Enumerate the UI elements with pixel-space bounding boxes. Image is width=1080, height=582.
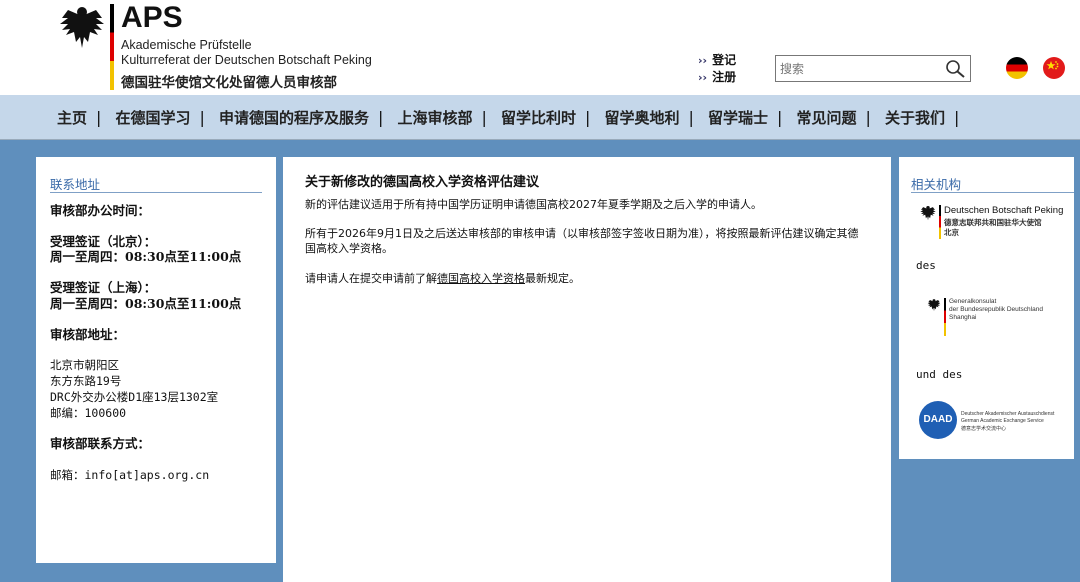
nav-separator: |	[378, 108, 384, 127]
address-line: DRC外交办公楼D1座13层1302室	[50, 390, 219, 404]
consulate-line-1: Generalkonsulat	[949, 298, 997, 305]
logo-line-1: Akademische Prüfstelle	[121, 38, 252, 52]
address-line: 北京市朝阳区	[50, 358, 119, 372]
shanghai-heading: 受理签证（上海）：	[50, 280, 157, 295]
auth-links: ›› 登记 ›› 注册	[698, 52, 736, 86]
eagle-icon	[920, 206, 936, 221]
beijing-heading: 受理签证（北京）：	[50, 234, 157, 249]
federal-eagle-logo-icon[interactable]	[58, 4, 106, 50]
search-box	[775, 55, 971, 82]
nav-separator: |	[96, 108, 102, 127]
email-text: 邮箱：info[at]aps.org.cn	[50, 468, 210, 482]
admission-requirements-link[interactable]: 德国高校入学资格	[437, 272, 525, 285]
double-chevron-icon: ››	[698, 71, 708, 84]
main-nav: 主页 | 在德国学习 | 申请德国的程序及服务 | 上海审核部 | 留学比利时 | 留学奥…	[0, 95, 1080, 140]
daad-line-3: 德意志学术交流中心	[961, 426, 1007, 432]
contact-panel-title: 联系地址	[50, 177, 101, 192]
flag-color-bar	[110, 4, 114, 90]
paragraph-text: 请申请人在提交申请前了解	[305, 272, 437, 285]
paragraph-text: 最新规定。	[525, 272, 580, 285]
divider	[50, 192, 262, 193]
eagle-icon	[927, 299, 941, 312]
nav-separator: |	[777, 108, 783, 127]
register-link[interactable]: ›› 注册	[698, 69, 736, 86]
contact-heading: 审核部联系方式：	[50, 436, 151, 451]
nav-item-faq[interactable]: 常见问题	[797, 109, 857, 127]
logo-line-3: 德国驻华使馆文化处留德人员审核部	[121, 75, 337, 91]
address-line: 东方东路19号	[50, 374, 122, 388]
logo-abbr[interactable]: APS	[121, 2, 183, 34]
contact-panel: 联系地址 审核部办公时间： 受理签证（北京）： 周一至周四：08:30点至11:…	[36, 157, 276, 563]
embassy-city: 北京	[944, 228, 959, 237]
shanghai-hours: 周一至周四：08:30点至11:00点	[50, 296, 242, 311]
site-header: APS Akademische Prüfstelle Kulturreferat…	[0, 0, 1080, 95]
search-icon[interactable]	[944, 58, 966, 80]
german-flag-icon[interactable]	[1006, 57, 1028, 79]
nav-item-application-procedure[interactable]: 申请德国的程序及服务	[219, 109, 369, 127]
flag-color-bar	[939, 205, 941, 239]
related-institutions-panel: 相关机构 Deutschen Botschaft Peking 德意志联邦共和国…	[899, 157, 1074, 459]
beijing-hours: 周一至周四：08:30点至11:00点	[50, 249, 242, 264]
article-paragraph-3: 请申请人在提交申请前了解德国高校入学资格最新规定。	[305, 271, 865, 286]
article-paragraph-1: 新的评估建议适用于所有持中国学历证明申请德国高校2027年夏季学期及之后入学的申…	[305, 198, 762, 211]
star-icon	[1046, 61, 1059, 70]
embassy-name: Deutschen Botschaft Peking	[944, 205, 1064, 216]
register-label: 注册	[712, 70, 737, 84]
nav-separator: |	[199, 108, 205, 127]
postal-code: 邮编：100600	[50, 406, 127, 420]
des-text: des	[916, 259, 936, 272]
nav-separator: |	[688, 108, 694, 127]
main-content: 关于新修改的德国高校入学资格评估建议 新的评估建议适用于所有持中国学历证明申请德…	[283, 157, 891, 582]
article-paragraph-2: 所有于2026年9月1日及之后送达审核部的审核申请（以审核部签字签收日期为准），…	[305, 227, 859, 255]
chinese-flag-icon[interactable]	[1043, 57, 1065, 79]
nav-item-home[interactable]: 主页	[57, 109, 87, 127]
nav-item-belgium[interactable]: 留学比利时	[501, 109, 576, 127]
consulate-line-2: der Bundesrepublik Deutschland	[949, 306, 1043, 313]
und-des-text: und des	[916, 368, 963, 381]
nav-separator: |	[585, 108, 591, 127]
daad-circle-icon: DAAD	[919, 401, 957, 439]
nav-item-austria[interactable]: 留学奥地利	[605, 109, 680, 127]
double-chevron-icon: ››	[698, 54, 708, 67]
nav-separator: |	[954, 108, 960, 127]
nav-separator: |	[481, 108, 487, 127]
login-link[interactable]: ›› 登记	[698, 52, 736, 69]
nav-item-switzerland[interactable]: 留学瑞士	[708, 109, 768, 127]
logo-line-2: Kulturreferat der Deutschen Botschaft Pe…	[121, 53, 372, 67]
nav-separator: |	[865, 108, 871, 127]
article-title: 关于新修改的德国高校入学资格评估建议	[305, 175, 540, 190]
nav-item-study-in-germany[interactable]: 在德国学习	[116, 109, 191, 127]
search-input[interactable]	[780, 59, 940, 79]
related-institutions-title: 相关机构	[911, 177, 962, 192]
address-heading: 审核部地址：	[50, 327, 126, 342]
daad-line-1: Deutscher Akademischer Austauschdienst	[961, 411, 1055, 417]
daad-line-2: German Academic Exchange Service	[961, 418, 1044, 424]
flag-color-bar	[944, 298, 946, 336]
nav-item-shanghai-office[interactable]: 上海审核部	[398, 109, 473, 127]
office-hours-heading: 审核部办公时间：	[50, 203, 151, 218]
login-label: 登记	[712, 53, 737, 67]
divider	[911, 192, 1074, 193]
consulate-line-3: Shanghai	[949, 314, 977, 321]
nav-item-about-us[interactable]: 关于我们	[885, 109, 945, 127]
